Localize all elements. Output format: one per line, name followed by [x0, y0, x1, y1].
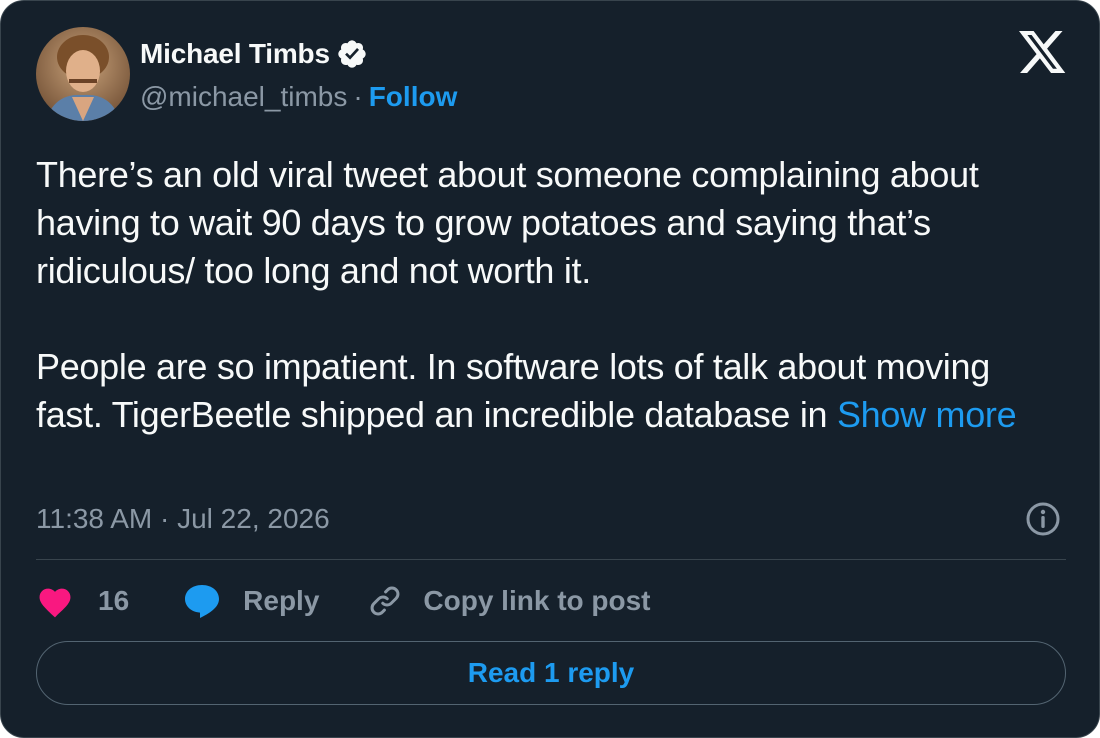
read-reply-button[interactable]: Read 1 reply — [36, 641, 1066, 705]
avatar-image — [36, 27, 130, 121]
author-handle-row: @michael_timbs · Follow — [140, 79, 457, 115]
reply-label: Reply — [243, 585, 320, 616]
speech-bubble-icon — [183, 583, 221, 619]
author-name-row: Michael Timbs — [140, 36, 368, 72]
info-icon[interactable] — [1025, 501, 1061, 537]
separator-dot: · — [353, 81, 363, 112]
x-logo-icon[interactable] — [1019, 31, 1067, 75]
like-button[interactable]: 16 — [36, 584, 129, 618]
avatar[interactable] — [36, 27, 130, 121]
follow-button[interactable]: Follow — [369, 79, 458, 115]
tweet-text: There’s an old viral tweet about someone… — [36, 151, 1066, 439]
author-handle[interactable]: @michael_timbs — [140, 79, 347, 115]
read-reply-label: Read 1 reply — [467, 657, 635, 688]
like-count: 16 — [98, 585, 130, 616]
divider — [36, 559, 1066, 560]
reply-button[interactable]: Reply — [183, 583, 319, 619]
author-name[interactable]: Michael Timbs — [140, 38, 330, 70]
tweet-timestamp[interactable]: 11:38 AM · Jul 22, 2026 — [36, 501, 330, 537]
link-icon — [367, 583, 403, 619]
tweet-card: Michael Timbs @michael_timbs · Follow Th… — [0, 0, 1100, 738]
action-bar: 16 Reply Copy link to post — [36, 581, 651, 621]
show-more-link[interactable]: Show more — [837, 394, 1017, 435]
copy-link-label: Copy link to post — [423, 585, 651, 616]
copy-link-button[interactable]: Copy link to post — [367, 583, 651, 619]
verified-badge-icon — [336, 38, 368, 70]
heart-icon — [36, 584, 74, 618]
tweet-body: There’s an old viral tweet about someone… — [36, 154, 990, 435]
